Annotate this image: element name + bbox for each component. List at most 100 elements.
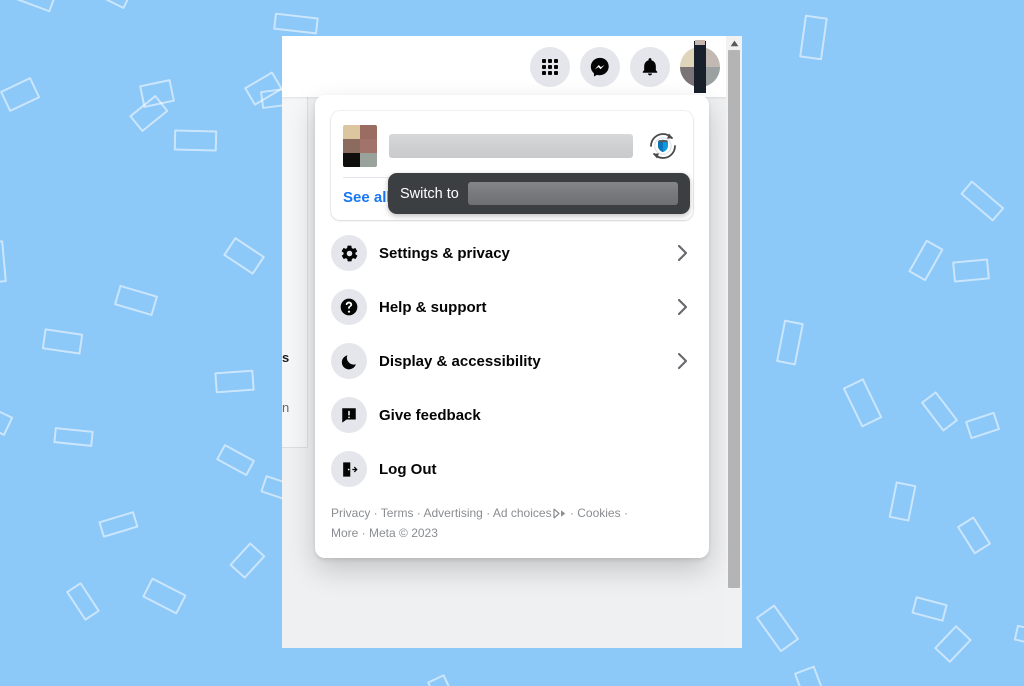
scroll-thumb[interactable] [728,50,740,588]
switch-account-shield-icon[interactable] [645,128,681,164]
background-pattern-rect [934,624,972,663]
background-pattern-rect [1013,624,1024,648]
background-pattern-rect [173,129,218,152]
background-pattern-rect [139,78,176,108]
question-circle-icon [331,289,367,325]
footer-separator: · [566,506,578,520]
footer-line-1: Privacy · Terms · Advertising · Ad choic… [331,504,693,524]
background-pattern-rect [842,377,883,428]
menu-item-label: Log Out [379,460,437,478]
footer-separator: · [413,506,424,520]
background-pattern-rect [775,319,804,366]
background-pattern-rect [86,0,132,10]
background-pattern-rect [952,257,991,283]
background-pattern-rect [920,391,958,433]
menu-item-display-accessibility[interactable]: Display & accessibility [323,334,701,388]
chevron-placeholder [673,405,693,425]
background-pattern-rect [41,327,84,355]
desktop-backdrop: s n See all Switch to Settings & privacy… [0,0,1024,686]
profile-name-redacted [389,134,633,158]
footer-separator: · [482,506,493,520]
grid-dots [542,58,558,75]
switch-to-tooltip: Switch to [388,173,690,214]
background-pattern-rect [0,76,41,112]
footer-link-advertising[interactable]: Advertising [423,506,482,520]
menu-item-log-out[interactable]: Log Out [323,442,701,496]
menu-item-help-support[interactable]: Help & support [323,280,701,334]
footer-copyright: Meta © 2023 [369,526,438,540]
background-pattern-rect [223,236,266,276]
background-pattern-rect [216,444,256,477]
bell-icon[interactable] [630,46,670,87]
background-pattern-rect [65,581,100,621]
profile-row[interactable] [343,121,681,173]
left-column-card [282,97,308,447]
background-text-snippet-1: s [282,350,290,365]
background-pattern-rect [956,516,992,555]
background-pattern-rect [907,239,944,282]
switch-to-tooltip-label: Switch to [400,185,459,202]
adchoices-icon [552,506,567,524]
profile-avatar-pixelated[interactable] [343,125,377,167]
background-pattern-rect [98,511,139,539]
footer-link-privacy[interactable]: Privacy [331,506,370,520]
background-pattern-rect [755,604,800,653]
menu-item-label: Display & accessibility [379,352,541,370]
footer-link-terms[interactable]: Terms [381,506,414,520]
chevron-right-icon [673,351,693,371]
footer-link-cookies[interactable]: Cookies [577,506,620,520]
avatar-overhang [694,40,706,93]
topbar-actions [530,39,720,93]
site-topbar [282,36,742,97]
chevron-right-icon [673,243,693,263]
switch-to-tooltip-redacted-name [467,182,678,205]
menu-item-label: Settings & privacy [379,244,510,262]
footer-link-more[interactable]: More [331,526,358,540]
messenger-icon[interactable] [580,46,620,87]
footer-line-2: More · Meta © 2023 [331,524,693,542]
background-divider [282,447,308,448]
footer-separator: · [370,506,381,520]
background-pattern-rect [964,411,1000,440]
menu-item-label: Give feedback [379,406,481,424]
menu-list: Settings & privacy Help & support Displa… [315,220,709,496]
menu-item-give-feedback[interactable]: Give feedback [323,388,701,442]
background-pattern-rect [11,0,58,12]
gear-icon [331,235,367,271]
background-pattern-rect [244,70,284,107]
dropdown-footer: Privacy · Terms · Advertising · Ad choic… [315,496,709,554]
background-pattern-rect [273,12,319,35]
background-pattern-rect [214,369,255,394]
avatar-overhang-top [695,39,705,45]
menu-item-settings-privacy[interactable]: Settings & privacy [323,226,701,280]
footer-separator: · [358,526,370,540]
background-pattern-rect [793,665,829,686]
feedback-bubble-icon [331,397,367,433]
background-pattern-rect [0,398,14,437]
background-text-snippet-2: n [282,400,290,415]
background-pattern-rect [888,480,917,522]
window-scrollbar[interactable] [726,36,742,648]
background-pattern-rect [799,14,828,60]
scroll-up-arrow-icon[interactable] [726,36,742,50]
background-pattern-rect [0,240,7,284]
background-pattern-rect [53,426,95,448]
account-avatar[interactable] [680,39,720,93]
moon-icon [331,343,367,379]
background-pattern-rect [113,284,159,317]
background-pattern-rect [427,674,463,686]
logout-icon [331,451,367,487]
menu-item-label: Help & support [379,298,487,316]
footer-link-ad-choices[interactable]: Ad choices [493,506,552,520]
chevron-right-icon [673,297,693,317]
grid-apps-icon[interactable] [530,46,570,87]
background-pattern-rect [142,577,187,615]
background-pattern-rect [911,595,949,622]
chevron-placeholder [673,459,693,479]
browser-window: s n See all Switch to Settings & privacy… [282,36,742,648]
background-pattern-rect [128,94,169,133]
account-dropdown-menu: See all profiles 9 Switch to [315,95,709,558]
background-pattern-rect [228,542,266,580]
footer-separator: · [620,506,628,520]
profile-card: See all profiles 9 Switch to [331,111,693,220]
